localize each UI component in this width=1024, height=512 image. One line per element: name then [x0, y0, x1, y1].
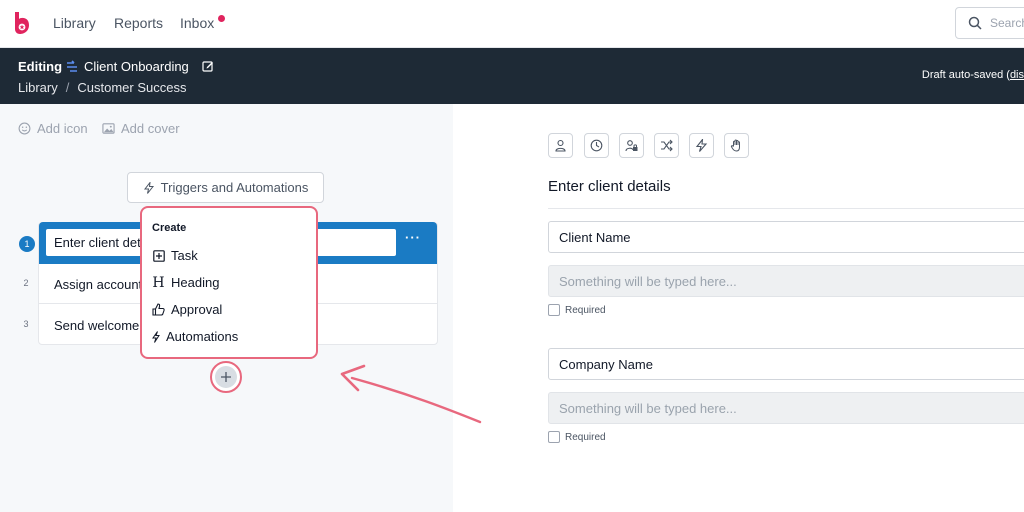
- editor-header: Editing Client Onboarding Library / Custom…: [0, 48, 1024, 104]
- brand-logo-icon[interactable]: [12, 11, 32, 35]
- step-more-menu[interactable]: ···: [405, 230, 421, 245]
- lightning-icon: [695, 139, 708, 152]
- required-checkbox[interactable]: Required: [548, 304, 606, 316]
- required-checkbox[interactable]: Required: [548, 431, 606, 443]
- plus-icon: [221, 372, 231, 382]
- step-automation-button[interactable]: [689, 133, 714, 158]
- create-automations-label: Automations: [166, 329, 239, 344]
- add-step-button[interactable]: [210, 361, 242, 393]
- lightning-icon: [143, 181, 154, 194]
- permissions-button[interactable]: [619, 133, 644, 158]
- nav-reports-link[interactable]: Reports: [114, 15, 163, 31]
- user-icon: [555, 139, 566, 152]
- stop-step-button[interactable]: [724, 133, 749, 158]
- breadcrumb-separator: /: [65, 80, 70, 95]
- create-approval-item[interactable]: Approval: [152, 302, 222, 317]
- heading-icon: H: [152, 274, 165, 291]
- triggers-label: Triggers and Automations: [160, 180, 309, 195]
- annotation-arrow: [340, 364, 482, 424]
- nav-library-link[interactable]: Library: [53, 15, 96, 31]
- smiley-icon: [18, 122, 31, 135]
- breadcrumb-library[interactable]: Library: [18, 80, 58, 95]
- add-step-circle: [215, 366, 237, 388]
- conditional-logic-button[interactable]: [654, 133, 679, 158]
- required-label: Required: [565, 431, 606, 443]
- breadcrumb-customer-success[interactable]: Customer Success: [77, 80, 186, 95]
- autosave-status: Draft auto-saved (dis: [922, 69, 1024, 81]
- step-heading: Enter client details: [548, 178, 671, 195]
- create-heading-item[interactable]: H Heading: [152, 274, 220, 291]
- field-preview-input: Something will be typed here...: [548, 265, 1024, 297]
- automation-icon: [152, 330, 160, 343]
- field-label-input[interactable]: Client Name: [548, 221, 1024, 253]
- top-nav: Library Reports Inbox Search: [0, 0, 1024, 48]
- task-icon: [152, 249, 165, 262]
- field-label-input[interactable]: Company Name: [548, 348, 1024, 380]
- add-cover-button[interactable]: Add cover: [102, 121, 180, 136]
- image-icon: [102, 123, 115, 134]
- inbox-notification-dot: [218, 15, 225, 22]
- checkbox[interactable]: [548, 304, 560, 316]
- due-date-button[interactable]: [584, 133, 609, 158]
- workflow-title: Client Onboarding: [84, 59, 189, 74]
- create-automations-item[interactable]: Automations: [152, 329, 238, 344]
- nav-inbox-link[interactable]: Inbox: [180, 15, 214, 31]
- discard-link[interactable]: dis: [1010, 69, 1024, 81]
- required-label: Required: [565, 304, 606, 316]
- create-task-item[interactable]: Task: [152, 248, 198, 263]
- search-icon: [968, 16, 982, 30]
- shuffle-icon: [661, 139, 673, 152]
- breadcrumb: Library / Customer Success: [18, 80, 186, 95]
- add-icon-button[interactable]: Add icon: [18, 121, 88, 136]
- field-preview-input: Something will be typed here...: [548, 392, 1024, 424]
- step-number: 3: [23, 319, 29, 329]
- search-placeholder: Search: [990, 16, 1024, 30]
- create-task-label: Task: [171, 248, 198, 263]
- clock-icon: [590, 139, 603, 152]
- step-number: 1: [19, 236, 35, 252]
- create-approval-label: Approval: [171, 302, 223, 317]
- edit-title-icon[interactable]: [202, 60, 214, 72]
- create-heading-label: Heading: [171, 275, 220, 290]
- search-input[interactable]: Search: [955, 7, 1024, 39]
- create-menu-title: Create: [152, 222, 187, 234]
- workflow-icon: [67, 60, 77, 72]
- step-number: 2: [23, 278, 29, 288]
- checkbox[interactable]: [548, 431, 560, 443]
- assign-user-button[interactable]: [548, 133, 573, 158]
- hand-icon: [730, 139, 740, 152]
- thumbs-up-icon: [152, 303, 165, 316]
- add-icon-label: Add icon: [37, 121, 88, 136]
- create-menu: Create Task H Heading Approval Automatio…: [140, 206, 318, 359]
- editing-label: Editing: [18, 59, 63, 74]
- autosave-text: Draft auto-saved (: [921, 69, 1010, 81]
- user-lock-icon: [625, 140, 638, 152]
- add-cover-label: Add cover: [121, 121, 180, 136]
- step-editor-panel: Enter client details Client Name Somethi…: [453, 104, 1024, 512]
- heading-divider: [548, 208, 1024, 209]
- triggers-automations-button[interactable]: Triggers and Automations: [127, 172, 324, 203]
